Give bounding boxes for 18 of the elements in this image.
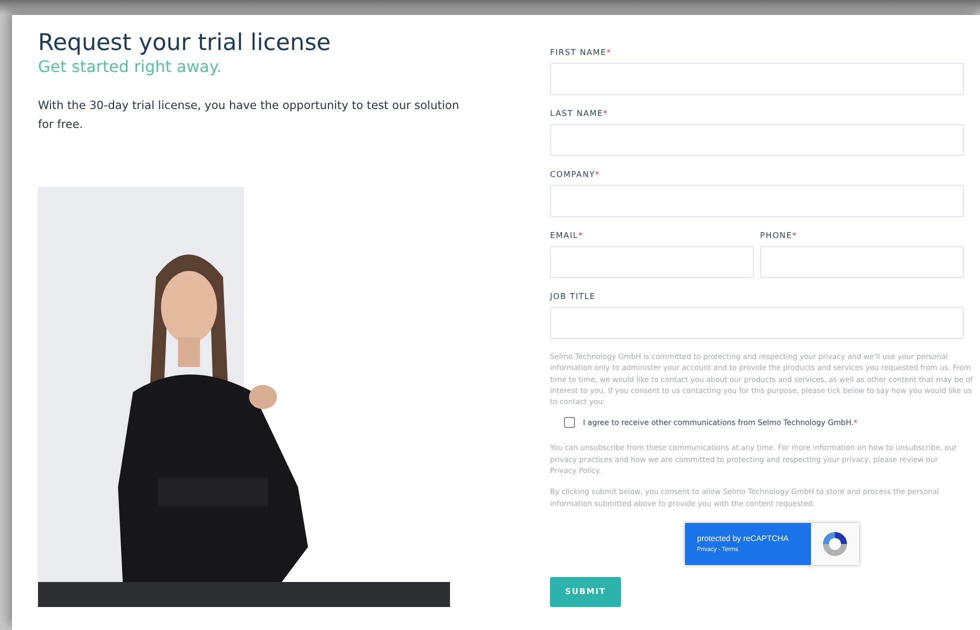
checkbox[interactable] xyxy=(564,417,575,428)
field-label: PHONE* xyxy=(760,231,798,241)
field-label: JOB TITLE xyxy=(550,292,597,302)
submit-button[interactable]: SUBMIT xyxy=(550,576,621,607)
input-field[interactable] xyxy=(550,307,964,339)
field-label: EMAIL* xyxy=(550,231,584,241)
field-label: COMPANY* xyxy=(550,170,601,180)
input-field[interactable] xyxy=(760,246,964,278)
intro-text: With the 30-day trial license, you have the opportunity to test our solution for free. xyxy=(38,98,460,133)
recaptcha-title: protected by reCAPTCHA xyxy=(697,534,790,544)
input-field[interactable] xyxy=(550,185,964,217)
page-title: Request your trial license xyxy=(38,29,332,57)
field-label: FIRST NAME* xyxy=(550,48,612,58)
page-subtitle: Get started right away. xyxy=(38,57,223,77)
field-label: LAST NAME* xyxy=(550,109,610,119)
input-field[interactable] xyxy=(550,246,754,278)
input-field[interactable] xyxy=(550,63,964,95)
input-field[interactable] xyxy=(550,124,964,156)
